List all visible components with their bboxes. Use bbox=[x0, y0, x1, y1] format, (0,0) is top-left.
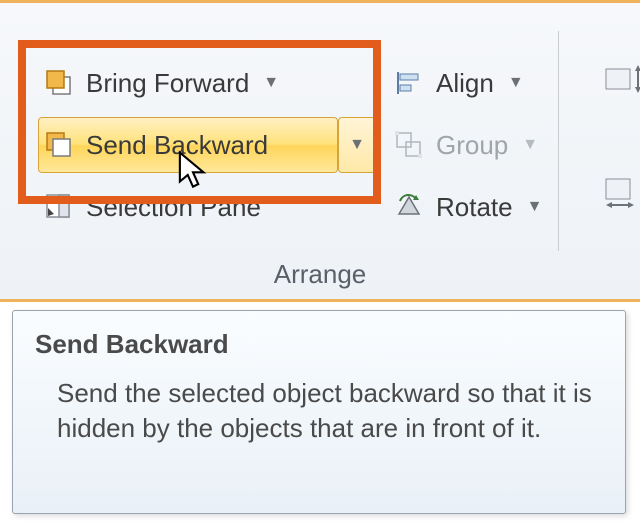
rotate-icon bbox=[392, 190, 426, 224]
rotate-label: Rotate bbox=[426, 192, 519, 223]
send-backward-icon bbox=[42, 128, 76, 162]
bring-forward-label: Bring Forward bbox=[76, 68, 255, 99]
selection-pane-button[interactable]: Selection Pane bbox=[42, 183, 267, 231]
selection-pane-icon bbox=[42, 190, 76, 224]
rotate-button[interactable]: Rotate ▼ bbox=[392, 183, 550, 231]
tooltip-description: Send the selected object backward so tha… bbox=[35, 376, 603, 446]
dropdown-arrow-icon: ▼ bbox=[349, 136, 365, 154]
group-button: Group ▼ bbox=[392, 121, 546, 169]
tooltip: Send Backward Send the selected object b… bbox=[12, 310, 626, 514]
align-button[interactable]: Align ▼ bbox=[392, 59, 532, 107]
ribbon-group-label: Arrange bbox=[0, 259, 640, 290]
size-height-icon bbox=[602, 59, 640, 99]
send-backward-label: Send Backward bbox=[76, 130, 274, 161]
tooltip-title: Send Backward bbox=[35, 329, 603, 360]
align-icon bbox=[392, 66, 426, 100]
dropdown-arrow-icon: ▼ bbox=[514, 136, 546, 154]
dropdown-arrow-icon[interactable]: ▼ bbox=[255, 74, 287, 92]
dropdown-arrow-icon[interactable]: ▼ bbox=[519, 198, 551, 216]
bring-forward-icon bbox=[42, 66, 76, 100]
selection-pane-label: Selection Pane bbox=[76, 192, 267, 223]
group-icon bbox=[392, 128, 426, 162]
group-separator bbox=[558, 31, 559, 251]
dropdown-arrow-icon[interactable]: ▼ bbox=[500, 74, 532, 92]
align-label: Align bbox=[426, 68, 500, 99]
bring-forward-button[interactable]: Bring Forward ▼ bbox=[42, 59, 287, 107]
send-backward-split-button[interactable]: ▼ bbox=[342, 121, 372, 169]
size-width-icon bbox=[602, 173, 640, 213]
send-backward-button[interactable]: Send Backward bbox=[42, 121, 274, 169]
ribbon-arrange-group: Bring Forward ▼ Send Backward ▼ bbox=[0, 0, 640, 302]
group-cmd-label: Group bbox=[426, 130, 514, 161]
